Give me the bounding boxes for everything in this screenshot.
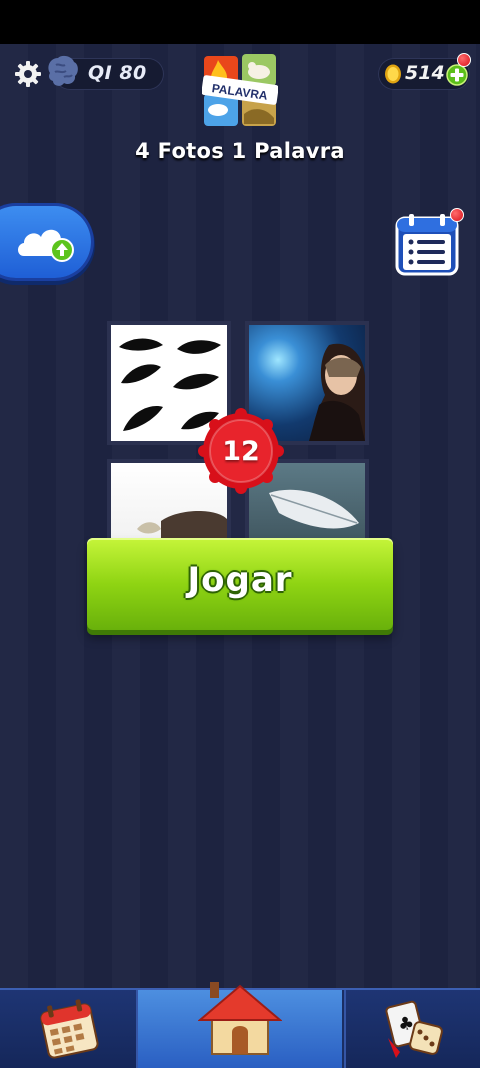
gear-icon[interactable] [13,59,43,89]
bottom-nav: ♣ [0,982,480,1068]
house-icon [198,982,282,1055]
nav-home[interactable] [138,982,342,1068]
coin-count: 514 [405,62,445,84]
iq-label: QI 80 [88,62,147,84]
nav-games[interactable]: ♣ [344,990,480,1068]
brain-icon [48,55,78,86]
coins-notification-dot [457,53,471,67]
plus-icon[interactable] [446,64,468,86]
calendar-icon [40,999,99,1059]
play-button-label: Jogar [187,560,293,600]
level-number: 12 [222,436,260,467]
calendar-notification-dot [450,208,464,222]
coin-icon [385,64,401,84]
cloud-upload-icon [18,229,74,262]
calendar-list-icon[interactable] [395,212,459,276]
status-bar [0,0,480,44]
nav-daily-puzzle[interactable] [0,990,138,1068]
game-logo: PALAVRA [202,54,278,126]
cards-dice-icon: ♣ [385,1000,443,1058]
game-title: 4 Fotos 1 Palavra [135,139,345,163]
